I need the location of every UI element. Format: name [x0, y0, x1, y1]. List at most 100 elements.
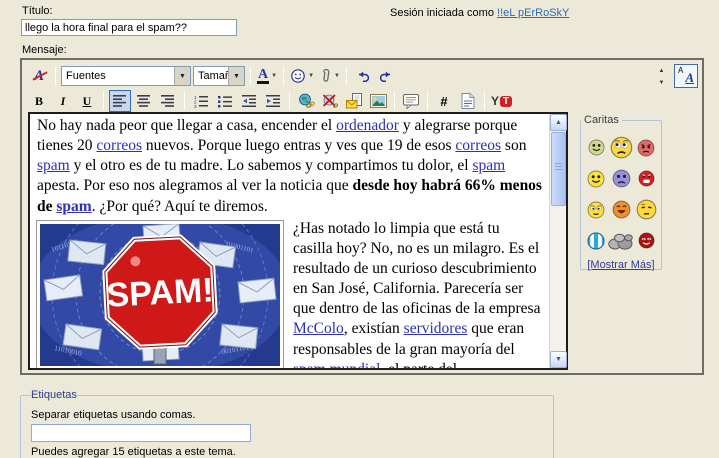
align-center-button[interactable]	[133, 90, 155, 112]
chevron-down-icon[interactable]: ▼	[334, 73, 340, 79]
editor-content[interactable]: No hay nada peor que llegar a casa, ence…	[30, 114, 549, 368]
code-page-button[interactable]	[457, 90, 479, 112]
chevron-down-icon[interactable]: ▼	[228, 67, 244, 85]
editor-link[interactable]: spam	[472, 157, 505, 174]
toolbar-separator	[103, 92, 104, 110]
editor-text: ¿Has notado lo limpia que está tu casill…	[293, 220, 540, 318]
chevron-down-icon[interactable]: ▼	[174, 67, 190, 85]
emoticon-smile-green-icon[interactable]	[588, 139, 605, 156]
chevron-down-icon[interactable]: ▼	[271, 73, 277, 79]
link-globe-icon	[298, 93, 315, 109]
redo-button[interactable]	[376, 65, 398, 87]
etiquetas-note: Puedes agregar 15 etiquetas a este tema.	[31, 446, 553, 458]
toolbar-collapse-controls: ▲ ▼	[655, 66, 669, 87]
toolbar-separator	[283, 67, 284, 85]
emoticon-worried-yellow-icon[interactable]	[610, 136, 633, 159]
message-editor-container: A Fuentes ▼ Tamañ ▼ A ▼ ▼ ▼	[20, 58, 704, 375]
emoticon-devil-red-icon[interactable]	[638, 232, 655, 249]
mostrar-mas-link[interactable]: [Mostrar Más]	[581, 259, 661, 271]
emoticon-angry-pink-icon[interactable]	[637, 139, 655, 157]
caritas-grid	[581, 132, 661, 256]
editor-text: . ¿Por qué? Aquí te diremos.	[92, 198, 268, 215]
editor-link[interactable]: spam mundial	[293, 361, 380, 368]
size-dropdown[interactable]: Tamañ ▼	[193, 66, 245, 86]
youtube-button[interactable]: YT	[490, 90, 513, 112]
editor-text-area[interactable]: No hay nada peor que llegar a casa, ence…	[28, 112, 568, 370]
editor-scrollbar[interactable]: ▲ ▼	[549, 114, 566, 368]
emoticon-laugh-orange-icon[interactable]	[612, 200, 631, 219]
editor-text: apesta. Por eso nos alegramos al ver la …	[37, 177, 353, 194]
smiley-icon	[290, 68, 306, 84]
indent-button[interactable]	[262, 90, 284, 112]
editor-link[interactable]: correos	[455, 137, 501, 154]
undo-button[interactable]	[352, 65, 374, 87]
chevron-down-icon[interactable]: ▼	[308, 73, 314, 79]
titulo-input[interactable]	[21, 19, 237, 36]
editor-link[interactable]: McColo	[293, 320, 344, 337]
editor-link[interactable]: spam	[37, 157, 70, 174]
mail-page-icon	[346, 93, 363, 109]
caritas-panel: Caritas [Mostrar Más]	[580, 114, 662, 270]
session-user-link[interactable]: !!eL pErRoSkY	[497, 7, 569, 19]
toolbar-separator	[346, 67, 347, 85]
emoticon-smile-yellow-icon[interactable]	[587, 170, 605, 188]
svg-text:3: 3	[194, 104, 197, 108]
underline-button[interactable]: U	[76, 90, 98, 112]
scrollbar-thumb[interactable]	[551, 132, 566, 206]
numbered-list-icon: 123	[194, 95, 208, 108]
emoticon-rocks-gray-icon[interactable]	[608, 232, 634, 250]
emoticon-ball-blue-icon[interactable]	[587, 232, 605, 250]
toolbar-separator	[427, 92, 428, 110]
remove-link-button[interactable]	[319, 90, 341, 112]
align-left-button[interactable]	[109, 90, 131, 112]
unlink-globe-icon	[322, 93, 339, 109]
insert-emoticon-button[interactable]: ▼	[289, 65, 315, 87]
editor-link[interactable]: spam	[56, 198, 91, 215]
etiquetas-panel: Etiquetas Separar etiquetas usando comas…	[20, 389, 554, 458]
scroll-up-icon[interactable]: ▲	[550, 114, 567, 131]
size-dropdown-value: Tamañ	[194, 70, 228, 82]
richtext-toggle-button[interactable]: A A	[674, 64, 698, 88]
insert-quote-button[interactable]	[400, 90, 422, 112]
attach-file-button[interactable]: ▼	[317, 65, 341, 87]
etiquetas-input[interactable]	[31, 424, 251, 442]
emoticon-shout-red-icon[interactable]	[638, 170, 655, 187]
italic-button[interactable]: I	[52, 90, 74, 112]
font-color-icon: A	[257, 69, 269, 84]
editor-text: nuevos. Porque luego entras y ves que 19…	[142, 137, 455, 154]
hash-button[interactable]: #	[433, 90, 455, 112]
indent-icon	[266, 95, 281, 108]
editor-text: y el otro es de tu madre. Lo sabemos y c…	[70, 157, 473, 174]
bullet-list-button[interactable]	[214, 90, 236, 112]
editor-link[interactable]: servidores	[404, 320, 468, 337]
session-status: Sesión iniciada como !!eL pErRoSkY	[390, 7, 569, 19]
editor-link[interactable]: correos	[96, 137, 142, 154]
numbered-list-button[interactable]: 123	[190, 90, 212, 112]
etiquetas-legend: Etiquetas	[31, 389, 77, 401]
insert-email-button[interactable]	[343, 90, 365, 112]
align-left-icon	[113, 95, 127, 107]
emoticon-smug-yellow-icon[interactable]	[587, 201, 605, 219]
rich-text-icon: A	[685, 70, 694, 86]
emoticon-sleepy-yellow-icon[interactable]	[636, 199, 657, 220]
toolbar-collapse-icon[interactable]: ▼	[655, 78, 668, 87]
fonts-dropdown[interactable]: Fuentes ▼	[61, 66, 191, 86]
spam-stop-sign: SPAM!	[103, 235, 217, 349]
scroll-down-icon[interactable]: ▼	[550, 351, 567, 368]
editor-paragraph-1: No hay nada peor que llegar a casa, ence…	[37, 116, 542, 217]
align-right-button[interactable]	[157, 90, 179, 112]
insert-link-button[interactable]	[295, 90, 317, 112]
emoticon-sad-purple-icon[interactable]	[612, 169, 631, 188]
editor-link[interactable]: ordenador	[336, 117, 399, 134]
font-color-button[interactable]: A ▼	[256, 65, 278, 87]
font-style-icon[interactable]: A	[28, 65, 50, 87]
bold-button[interactable]: B	[28, 90, 50, 112]
titulo-label: Título:	[22, 5, 53, 17]
editor-text: , el parte del	[380, 361, 457, 368]
quote-bubble-icon	[403, 94, 419, 109]
toolbar-expand-icon[interactable]: ▲	[655, 66, 668, 75]
plain-text-icon: A	[678, 66, 683, 75]
outdent-button[interactable]	[238, 90, 260, 112]
insert-image-button[interactable]	[367, 90, 389, 112]
svg-text:SPAM!: SPAM!	[106, 271, 215, 315]
